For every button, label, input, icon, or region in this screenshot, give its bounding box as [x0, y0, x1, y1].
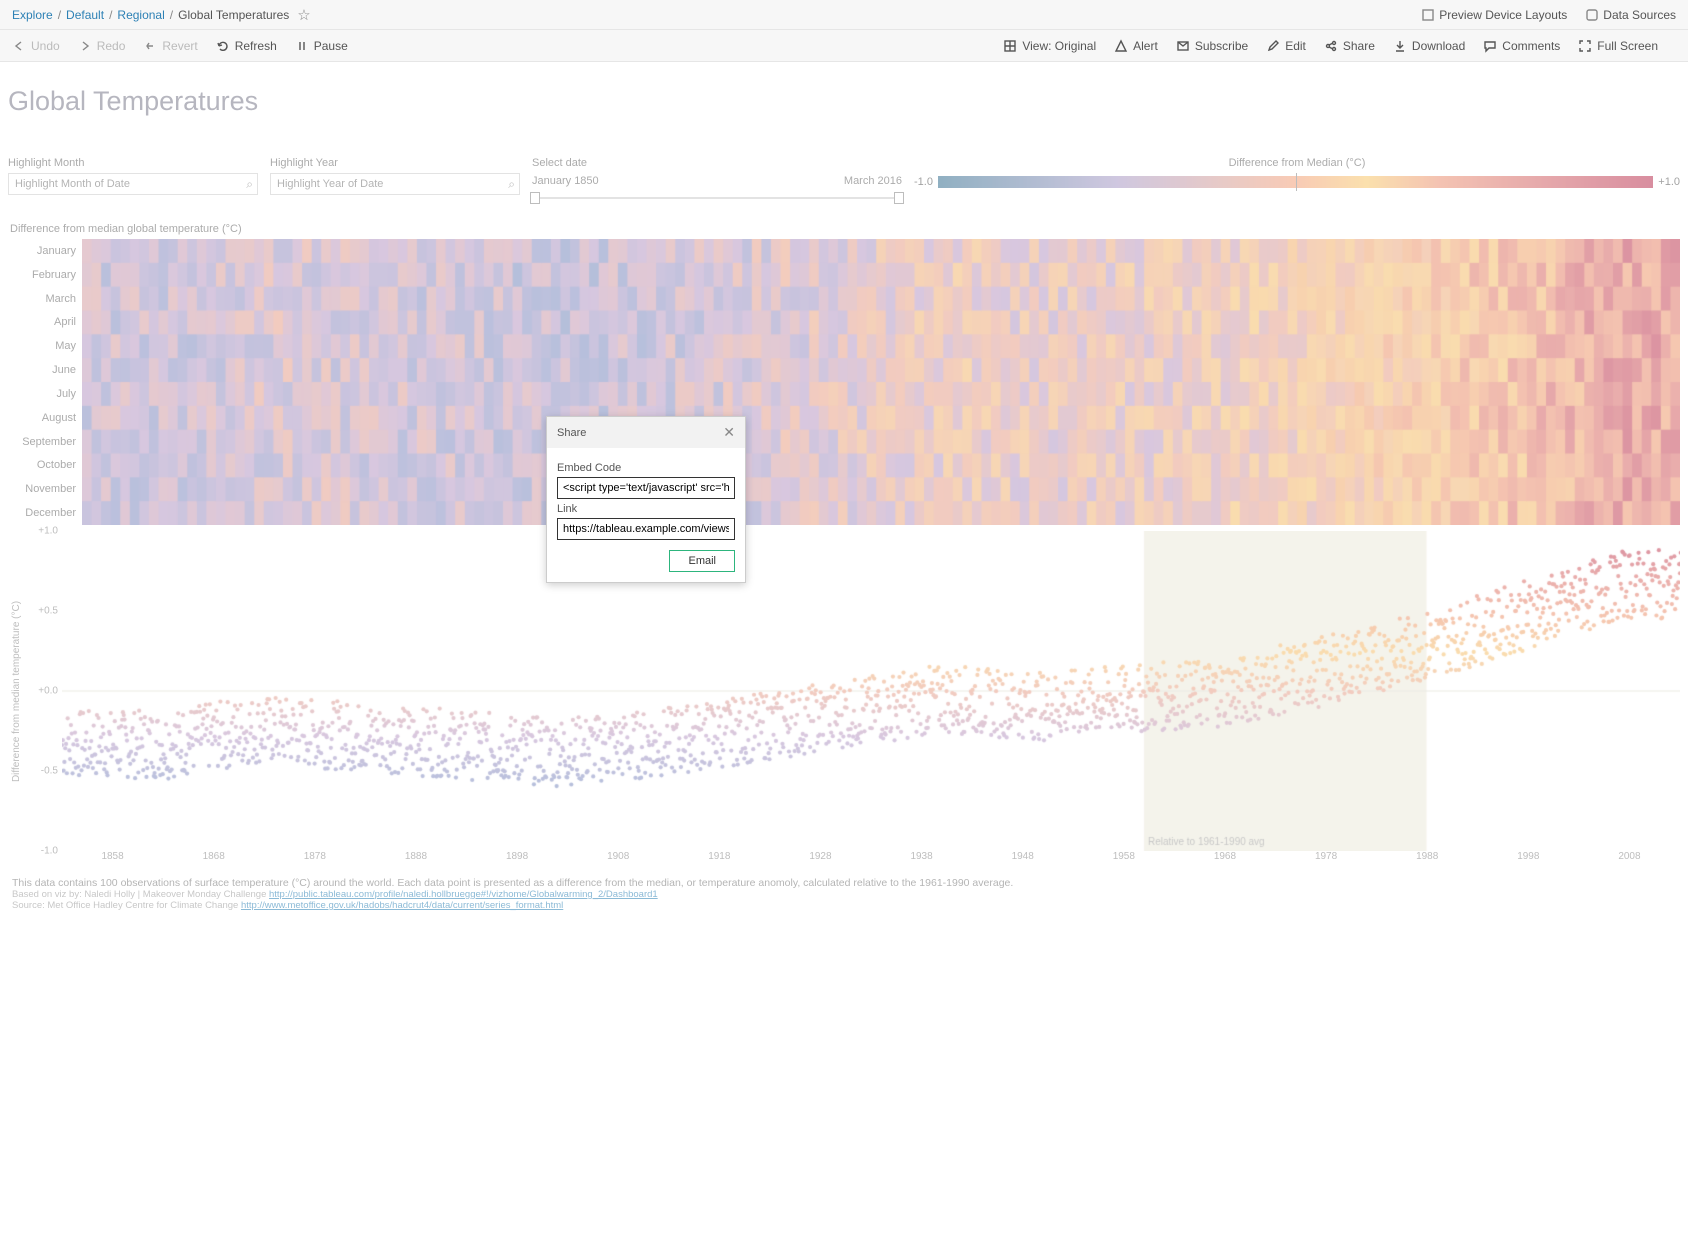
xtick: 1858 — [62, 851, 163, 867]
highlight-month-input[interactable] — [8, 173, 258, 195]
embed-code-label: Embed Code — [557, 462, 735, 474]
scatter-plot: Difference from median temperature (°C) … — [8, 531, 1680, 851]
share-button[interactable]: Share — [1324, 39, 1375, 53]
link-input[interactable] — [557, 518, 735, 540]
month-label: April — [8, 310, 82, 334]
download-button[interactable]: Download — [1393, 39, 1465, 53]
xtick: 1978 — [1276, 851, 1377, 867]
month-label: June — [8, 358, 82, 382]
heatmap: JanuaryFebruaryMarchAprilMayJuneJulyAugu… — [8, 239, 1680, 525]
heatmap-title: Difference from median global temperatur… — [10, 223, 1680, 235]
xtick: 1988 — [1377, 851, 1478, 867]
xtick: 1928 — [770, 851, 871, 867]
highlight-year-input[interactable] — [270, 173, 520, 195]
select-date-label: Select date — [532, 157, 902, 169]
footnote-based-link[interactable]: http://public.tableau.com/profile/naledi… — [269, 889, 658, 900]
controls-row: Highlight Month ⌕ Highlight Year ⌕ Selec… — [8, 157, 1680, 199]
footnote-source-link[interactable]: http://www.metoffice.gov.uk/hadobs/hadcr… — [241, 900, 563, 911]
month-label: July — [8, 382, 82, 406]
refresh-button[interactable]: Refresh — [216, 39, 277, 53]
ytick: -1.0 — [41, 846, 58, 857]
ytick: +0.0 — [38, 686, 58, 697]
month-label: November — [8, 477, 82, 501]
month-label: December — [8, 501, 82, 525]
xtick: 2008 — [1579, 851, 1680, 867]
revert-button[interactable]: Revert — [143, 39, 197, 53]
ytick: -0.5 — [41, 766, 58, 777]
email-button[interactable]: Email — [669, 550, 735, 572]
crumb-explore[interactable]: Explore — [12, 8, 53, 22]
month-label: May — [8, 334, 82, 358]
page-title: Global Temperatures — [8, 86, 1680, 117]
crumb-regional[interactable]: Regional — [117, 8, 164, 22]
ytick: +0.5 — [38, 606, 58, 617]
edit-button[interactable]: Edit — [1266, 39, 1306, 53]
share-dialog: Share ✕ Embed Code Link Email — [546, 416, 746, 583]
legend-gradient — [938, 176, 1653, 188]
share-dialog-title: Share — [557, 427, 586, 439]
legend-max: +1.0 — [1658, 176, 1680, 188]
view-button[interactable]: View: Original — [1003, 39, 1096, 53]
search-icon: ⌕ — [508, 177, 515, 192]
link-label: Link — [557, 503, 735, 515]
xtick: 1898 — [467, 851, 568, 867]
preview-device-layouts-button[interactable]: Preview Device Layouts — [1421, 8, 1567, 22]
footnotes: This data contains 100 observations of s… — [8, 877, 1680, 911]
comments-button[interactable]: Comments — [1483, 39, 1560, 53]
month-label: September — [8, 430, 82, 454]
xtick: 1888 — [365, 851, 466, 867]
xtick: 1878 — [264, 851, 365, 867]
month-label: March — [8, 287, 82, 311]
favorite-star-icon[interactable]: ☆ — [297, 6, 310, 24]
close-icon[interactable]: ✕ — [723, 424, 735, 441]
embed-code-input[interactable] — [557, 477, 735, 499]
breadcrumb-bar: Explore/ Default/ Regional/ Global Tempe… — [0, 0, 1688, 30]
ytick: +1.0 — [38, 526, 58, 537]
xtick: 1968 — [1174, 851, 1275, 867]
date-max: March 2016 — [844, 175, 902, 187]
xtick: 1958 — [1073, 851, 1174, 867]
alert-button[interactable]: Alert — [1114, 39, 1158, 53]
month-label: February — [8, 263, 82, 287]
heatmap-canvas[interactable] — [82, 239, 1680, 525]
subscribe-button[interactable]: Subscribe — [1176, 39, 1248, 53]
xtick: 1948 — [972, 851, 1073, 867]
date-slider[interactable] — [532, 197, 902, 199]
xtick: 1998 — [1478, 851, 1579, 867]
undo-button[interactable]: Undo — [12, 39, 60, 53]
fullscreen-button[interactable]: Full Screen — [1578, 39, 1658, 53]
highlight-month-label: Highlight Month — [8, 157, 258, 169]
date-min: January 1850 — [532, 175, 599, 187]
scatter-ylabel: Difference from median temperature (°C) — [12, 600, 23, 781]
slider-handle-max[interactable] — [894, 192, 904, 204]
xtick: 1908 — [568, 851, 669, 867]
dashboard-page: Global Temperatures Highlight Month ⌕ Hi… — [0, 62, 1688, 919]
slider-handle-min[interactable] — [530, 192, 540, 204]
search-icon: ⌕ — [246, 177, 253, 192]
redo-button[interactable]: Redo — [78, 39, 126, 53]
scatter-canvas[interactable] — [62, 531, 1680, 851]
month-label: August — [8, 406, 82, 430]
legend-min: -1.0 — [914, 176, 933, 188]
legend-title: Difference from Median (°C) — [914, 157, 1680, 169]
pause-button[interactable]: Pause — [295, 39, 348, 53]
crumb-current: Global Temperatures — [178, 8, 289, 22]
footnote-desc: This data contains 100 observations of s… — [12, 877, 1676, 889]
xtick: 1938 — [871, 851, 972, 867]
month-label: October — [8, 453, 82, 477]
xtick: 1918 — [669, 851, 770, 867]
xtick: 1868 — [163, 851, 264, 867]
month-label: January — [8, 239, 82, 263]
highlight-year-label: Highlight Year — [270, 157, 520, 169]
data-sources-button[interactable]: Data Sources — [1585, 8, 1676, 22]
crumb-default[interactable]: Default — [66, 8, 104, 22]
toolbar: Undo Redo Revert Refresh Pause View: Ori… — [0, 30, 1688, 62]
